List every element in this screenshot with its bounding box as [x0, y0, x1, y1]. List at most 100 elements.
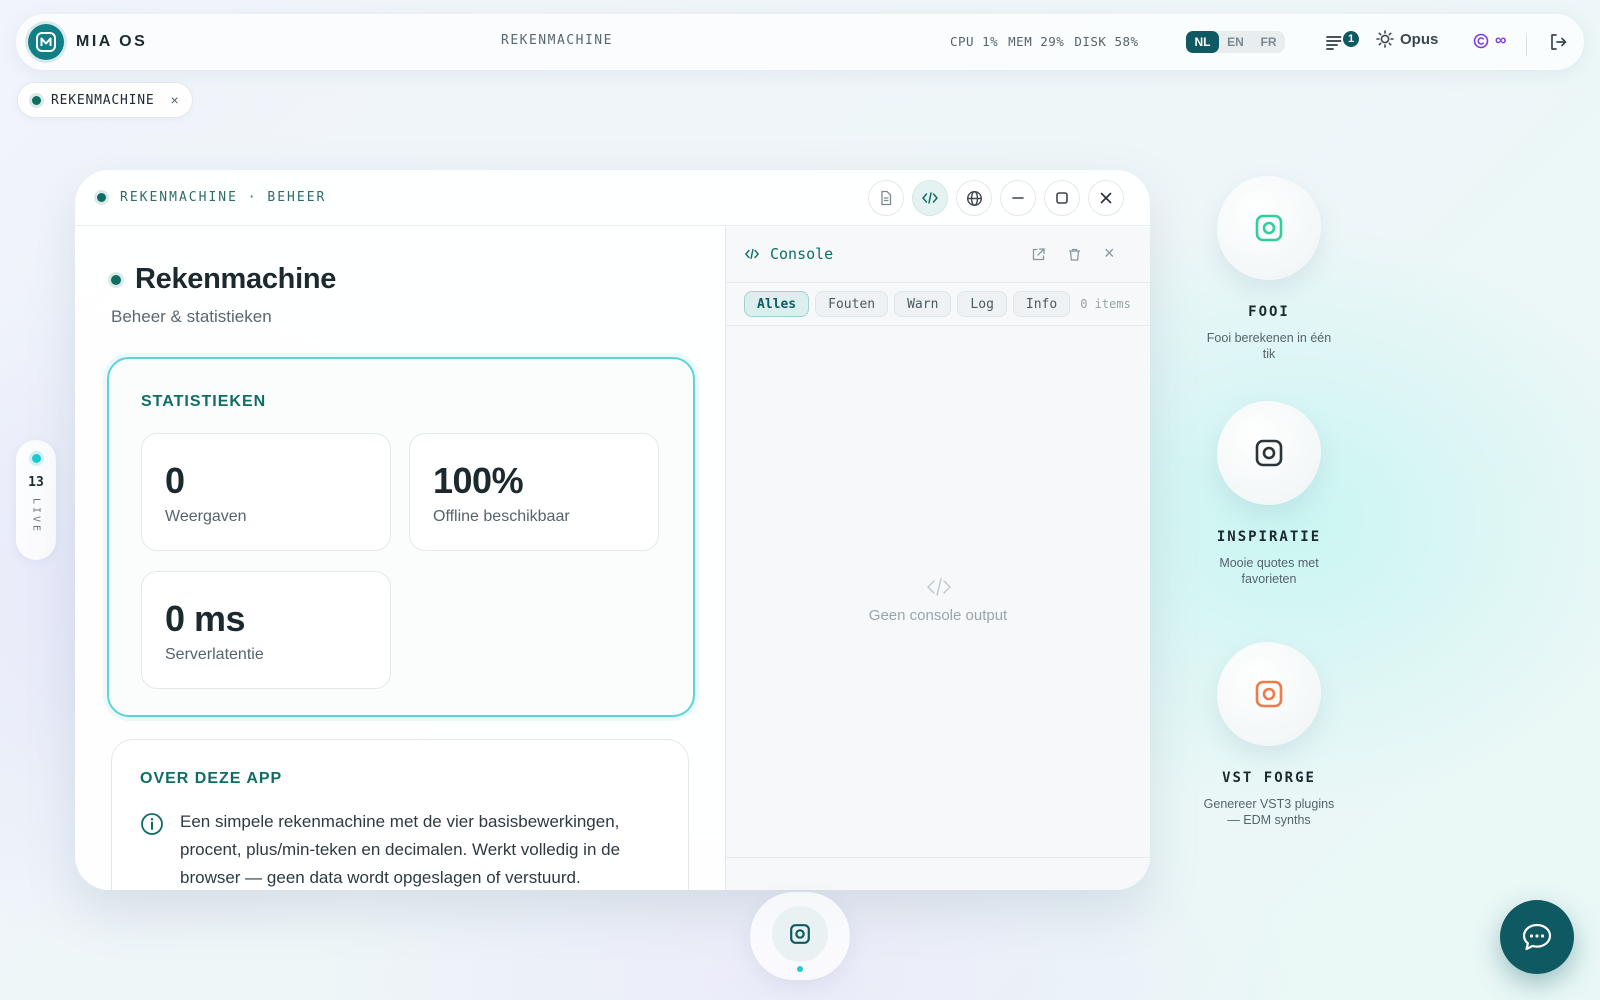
open-external-button[interactable]	[1031, 247, 1046, 267]
lang-fr[interactable]: FR	[1252, 31, 1285, 53]
chat-icon	[1522, 923, 1552, 951]
app-icon	[1255, 680, 1283, 708]
console-header: Console ×	[726, 227, 1150, 283]
filter-info[interactable]: Info	[1012, 291, 1071, 317]
close-console-button[interactable]: ×	[1104, 243, 1115, 264]
external-link-icon	[1032, 248, 1045, 261]
shortcut-vst-forge[interactable]: VST FORGE Genereer VST3 plugins — EDM sy…	[1189, 642, 1349, 828]
cpu-stat: CPU 1%	[950, 34, 999, 49]
stats-title: STATISTIEKEN	[141, 393, 267, 410]
app-title: Rekenmachine	[135, 263, 337, 295]
close-window-button[interactable]	[1088, 180, 1124, 216]
divider	[1526, 34, 1527, 56]
close-icon	[1100, 192, 1112, 204]
stats-card: STATISTIEKEN 0 Weergaven 100% Offline be…	[107, 357, 695, 717]
mia-logo-icon	[28, 24, 64, 60]
console-filters: Alles Fouten Warn Log Info 0 items	[744, 291, 1131, 317]
minimize-button[interactable]	[1000, 180, 1036, 216]
trash-icon	[1069, 248, 1080, 261]
app-icon	[1255, 439, 1283, 467]
document-icon	[881, 190, 892, 206]
stat-value: 0 ms	[165, 598, 246, 639]
window-status-dot	[97, 193, 106, 202]
active-app-title: REKENMACHINE	[501, 33, 613, 48]
logout-icon	[1551, 34, 1567, 50]
live-count: 13	[28, 475, 44, 490]
filter-all[interactable]: Alles	[744, 291, 810, 317]
app-icon	[790, 924, 810, 944]
info-icon	[140, 812, 164, 841]
lang-en[interactable]: EN	[1219, 31, 1252, 53]
document-button[interactable]	[868, 180, 904, 216]
about-card: OVER DEZE APP Een simpele rekenmachine m…	[111, 739, 689, 890]
live-label: LIVE	[30, 498, 42, 535]
globe-button[interactable]	[956, 180, 992, 216]
dock-active-dot	[797, 966, 803, 972]
app-content: Rekenmachine Beheer & statistieken STATI…	[75, 227, 725, 890]
open-app-tab[interactable]: REKENMACHINE ×	[17, 82, 193, 118]
live-dot	[31, 454, 41, 463]
top-bar: MIA OS REKENMACHINE CPU 1% MEM 29% DISK 58…	[16, 14, 1584, 70]
code-icon	[745, 248, 759, 260]
code-button[interactable]	[912, 180, 948, 216]
shortcut-description: Mooie quotes met favorieten	[1219, 556, 1319, 586]
stat-label: Offline beschikbaar	[433, 508, 570, 525]
about-title: OVER DEZE APP	[140, 770, 283, 787]
dock	[750, 892, 850, 980]
stat-offline: 100% Offline beschikbaar	[409, 433, 659, 551]
tab-label: REKENMACHINE	[51, 92, 155, 108]
credits-icon	[1473, 33, 1489, 49]
shortcut-description: Fooi berekenen in één tik	[1206, 331, 1332, 361]
shortcut-fooi[interactable]: FOOI Fooi berekenen in één tik	[1189, 176, 1349, 362]
mem-stat: MEM 29%	[1008, 34, 1065, 49]
maximize-icon	[1056, 192, 1068, 204]
window-header[interactable]: REKENMACHINE · BEHEER	[75, 170, 1150, 226]
console-title-text: Console	[770, 245, 834, 263]
shortcut-inspiratie[interactable]: INSPIRATIE Mooie quotes met favorieten	[1189, 401, 1349, 587]
clear-console-button[interactable]	[1067, 247, 1082, 267]
filter-log[interactable]: Log	[957, 291, 1007, 317]
code-icon	[926, 577, 952, 602]
filter-errors[interactable]: Fouten	[815, 291, 889, 317]
app-heading: Rekenmachine	[111, 263, 336, 296]
about-text: Een simpele rekenmachine met de vier bas…	[180, 812, 621, 887]
tab-close-button[interactable]: ×	[171, 92, 179, 108]
divider	[726, 857, 1150, 858]
maximize-button[interactable]	[1044, 180, 1080, 216]
lang-nl[interactable]: NL	[1186, 31, 1219, 53]
stat-latency: 0 ms Serverlatentie	[141, 571, 391, 689]
shortcut-name: VST FORGE	[1222, 770, 1316, 786]
dock-app-rekenmachine[interactable]	[772, 906, 828, 962]
globe-icon	[966, 190, 982, 206]
minimize-icon	[1012, 197, 1024, 199]
brand[interactable]: MIA OS	[28, 24, 147, 60]
window-title: REKENMACHINE · BEHEER	[97, 190, 326, 205]
app-icon	[1255, 214, 1283, 242]
chat-button[interactable]	[1500, 900, 1574, 974]
system-stats: CPU 1% MEM 29% DISK 58%	[950, 34, 1149, 49]
app-subtitle: Beheer & statistieken	[111, 307, 272, 326]
sun-icon	[1376, 30, 1394, 48]
code-icon	[922, 192, 938, 204]
window-title-text: REKENMACHINE · BEHEER	[120, 190, 327, 205]
filter-warn[interactable]: Warn	[894, 291, 952, 317]
model-selector[interactable]: Opus	[1376, 30, 1438, 48]
shortcut-description: Genereer VST3 plugins — EDM synths	[1203, 797, 1335, 827]
live-indicator[interactable]: 13 LIVE	[16, 440, 56, 560]
shortcut-name: FOOI	[1248, 304, 1290, 320]
divider	[726, 325, 1150, 326]
stat-value: 0	[165, 460, 185, 501]
credits[interactable]: ∞	[1473, 32, 1506, 50]
console-panel: Console × Alles Fouten Warn Log Info 0 i…	[725, 227, 1150, 890]
disk-stat: DISK 58%	[1074, 34, 1139, 49]
shortcut-icon-container	[1217, 642, 1321, 746]
stat-label: Weergaven	[165, 508, 247, 525]
brand-name: MIA OS	[76, 33, 148, 50]
shortcut-icon-container	[1217, 176, 1321, 280]
stat-views: 0 Weergaven	[141, 433, 391, 551]
shortcut-icon-container	[1217, 401, 1321, 505]
console-title: Console	[744, 245, 833, 263]
model-name: Opus	[1400, 30, 1439, 48]
shortcut-name: INSPIRATIE	[1216, 529, 1322, 545]
logout-button[interactable]	[1548, 32, 1568, 57]
